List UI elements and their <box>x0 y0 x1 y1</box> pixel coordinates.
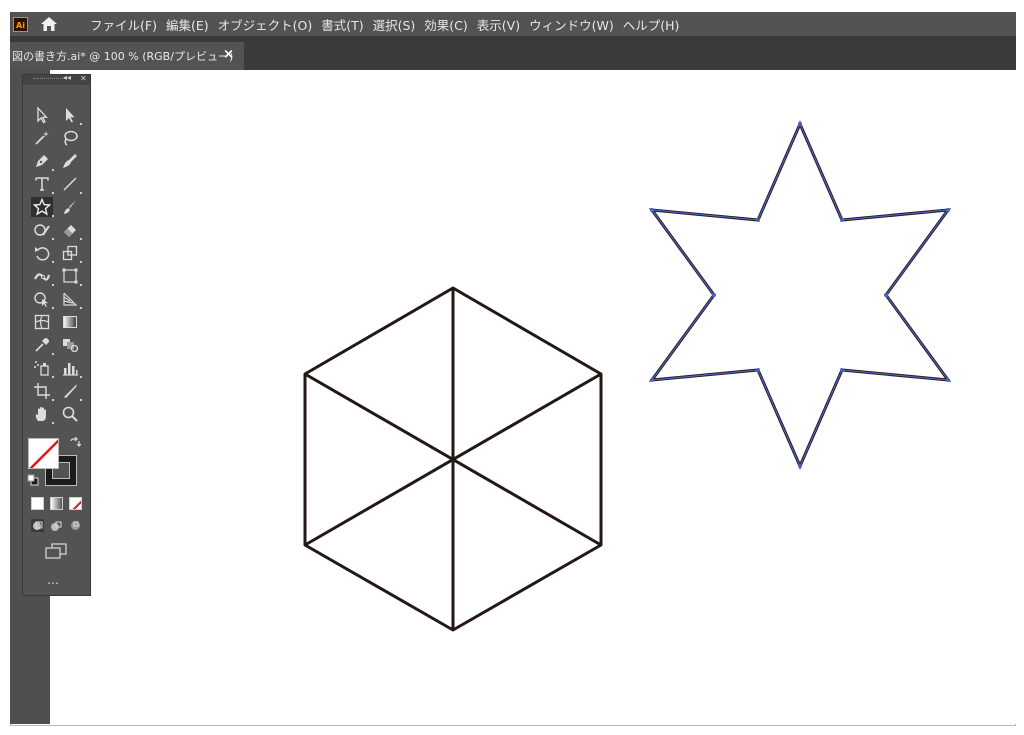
eraser-tool[interactable] <box>59 220 82 240</box>
type-tool[interactable] <box>31 174 54 194</box>
magic-wand-tool-icon <box>35 131 49 145</box>
mesh-tool-icon <box>34 314 50 330</box>
selection-tool-icon <box>37 106 48 124</box>
draw-inside-icon[interactable] <box>69 519 82 532</box>
direct-selection-tool[interactable] <box>59 105 82 125</box>
zoom-tool[interactable] <box>59 404 81 424</box>
curvature-tool[interactable] <box>59 151 81 171</box>
scale-tool-icon <box>62 245 78 261</box>
free-transform-tool-icon <box>62 268 78 284</box>
fill-stroke-controls <box>27 437 87 490</box>
panel-header[interactable]: ◂◂ ✕ <box>23 73 90 85</box>
shaper-tool[interactable] <box>31 220 54 240</box>
column-graph-tool[interactable] <box>59 358 82 378</box>
magic-wand-tool[interactable] <box>31 128 53 148</box>
tools-panel: ◂◂ ✕ … <box>22 73 91 596</box>
artwork-layer <box>303 120 952 632</box>
none-mode-button[interactable] <box>69 497 82 510</box>
free-transform-tool[interactable] <box>59 266 82 286</box>
line-segment-tool[interactable] <box>59 174 82 194</box>
edit-toolbar-button[interactable]: … <box>47 573 60 587</box>
zoom-tool-icon <box>62 406 78 422</box>
symbol-sprayer-tool[interactable] <box>31 358 54 378</box>
color-mode-button[interactable] <box>31 497 44 510</box>
gradient-tool-icon <box>63 316 77 328</box>
lasso-tool-icon <box>64 130 78 146</box>
fill-swatch[interactable] <box>28 438 59 469</box>
pen-tool[interactable] <box>31 151 54 171</box>
star-tool-icon <box>33 198 51 216</box>
slice-tool-icon <box>64 384 77 398</box>
paintbrush-tool-icon <box>64 200 76 214</box>
star-shape[interactable] <box>648 120 952 470</box>
artboard-tool-icon <box>34 383 50 399</box>
rotate-tool-icon <box>35 247 50 261</box>
artboard-tool[interactable] <box>31 381 54 401</box>
close-icon[interactable]: ✕ <box>80 74 87 83</box>
panel-grip[interactable] <box>33 78 65 80</box>
direct-selection-tool-icon <box>66 108 75 123</box>
screen-mode-icon[interactable] <box>44 543 68 559</box>
line-segment-tool-icon <box>63 177 77 191</box>
shape-builder-tool[interactable] <box>31 289 54 309</box>
collapse-icon[interactable]: ◂◂ <box>63 73 71 82</box>
mesh-tool[interactable] <box>31 312 53 332</box>
pen-tool-icon <box>36 155 48 167</box>
shape-builder-tool-icon <box>34 292 48 307</box>
shaper-tool-icon <box>34 224 50 236</box>
scale-tool[interactable] <box>59 243 82 263</box>
perspective-grid-tool-icon <box>63 292 78 306</box>
slice-tool[interactable] <box>59 381 82 401</box>
star-tool[interactable] <box>31 197 54 217</box>
blend-tool[interactable] <box>59 335 81 355</box>
type-tool-icon <box>35 177 49 191</box>
draw-behind-icon[interactable] <box>50 519 63 532</box>
eyedropper-tool-icon <box>35 338 49 352</box>
blend-tool-icon <box>63 339 79 353</box>
gradient-mode-button[interactable] <box>50 497 63 510</box>
hand-tool-icon <box>35 407 46 421</box>
perspective-grid-tool[interactable] <box>59 289 82 309</box>
gradient-tool[interactable] <box>59 312 81 332</box>
rotate-tool[interactable] <box>31 243 54 263</box>
none-fill-icon <box>29 439 58 468</box>
eraser-tool-icon <box>64 225 76 237</box>
width-tool-icon <box>34 273 51 281</box>
paintbrush-tool[interactable] <box>59 197 81 217</box>
width-tool[interactable] <box>31 266 54 286</box>
hand-tool[interactable] <box>31 404 54 424</box>
default-fill-stroke-icon[interactable] <box>27 474 39 486</box>
symbol-sprayer-tool-icon <box>34 361 49 376</box>
column-graph-tool-icon <box>63 363 78 376</box>
hexagon-shape[interactable] <box>303 286 603 632</box>
swap-fill-stroke-icon[interactable] <box>69 437 81 449</box>
draw-normal-icon[interactable] <box>31 519 44 532</box>
lasso-tool[interactable] <box>59 128 81 148</box>
none-icon <box>72 500 81 509</box>
selection-tool[interactable] <box>31 105 53 125</box>
curvature-tool-icon <box>63 154 77 168</box>
eyedropper-tool[interactable] <box>31 335 54 355</box>
